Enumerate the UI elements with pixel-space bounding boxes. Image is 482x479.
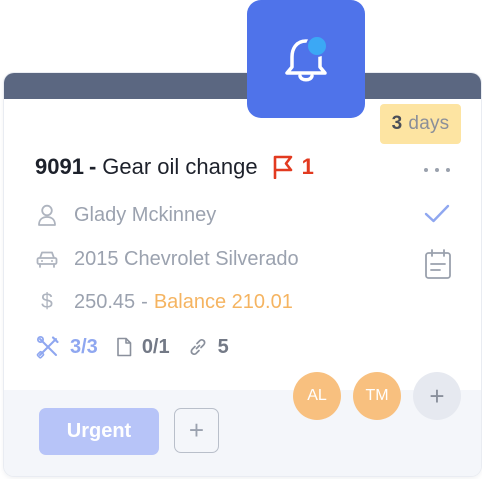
bell-icon — [285, 35, 328, 82]
tasks-count: 3/3 — [70, 335, 98, 358]
link-icon — [188, 337, 208, 357]
user-icon — [36, 204, 58, 226]
amount-separator: - — [141, 290, 148, 313]
due-days-badge: 3 days — [380, 104, 461, 144]
card-header-bar — [4, 73, 481, 99]
tools-icon — [36, 335, 60, 359]
notification-dot — [306, 35, 328, 57]
assignee-name: Glady Mckinney — [74, 203, 217, 226]
balance-value: Balance 210.01 — [153, 290, 293, 313]
priority-flag[interactable]: 1 — [272, 154, 314, 180]
work-order-title-row[interactable]: 9091 - Gear oil change 1 — [35, 150, 314, 184]
add-tag-button[interactable]: + — [174, 408, 219, 453]
links-count: 5 — [217, 335, 229, 358]
avatar[interactable]: TM — [353, 372, 401, 420]
work-order-number: 9091 — [35, 154, 84, 179]
amount-value: 250.45 — [74, 290, 136, 313]
document-icon — [116, 337, 132, 357]
tasks-stat[interactable]: 3/3 — [36, 335, 98, 359]
urgent-tag[interactable]: Urgent — [39, 408, 159, 455]
assignee-row: Glady Mckinney — [36, 200, 216, 230]
due-days-unit: days — [408, 113, 450, 134]
more-horizontal-icon[interactable] — [424, 160, 450, 180]
check-icon[interactable] — [424, 203, 450, 225]
currency-symbol: $ — [41, 290, 53, 313]
links-stat[interactable]: 5 — [188, 336, 229, 359]
work-order-title: Gear oil change — [102, 154, 258, 179]
add-assignee-button[interactable]: + — [413, 372, 461, 420]
calendar-icon[interactable] — [424, 248, 452, 280]
avatar[interactable]: AL — [293, 372, 341, 420]
flag-count: 1 — [301, 154, 314, 179]
documents-stat[interactable]: 0/1 — [116, 336, 170, 359]
documents-count: 0/1 — [141, 335, 170, 358]
flag-icon — [273, 155, 292, 179]
title-separator: - — [88, 154, 97, 179]
vehicle-name: 2015 Chevrolet Silverado — [74, 247, 299, 270]
vehicle-row: 2015 Chevrolet Silverado — [36, 244, 299, 274]
stats-row: 3/3 0/1 5 — [36, 332, 247, 362]
payment-row: $ 250.45 - Balance 210.01 — [36, 287, 293, 317]
notification-button[interactable] — [247, 0, 365, 118]
due-days-count: 3 — [391, 113, 403, 134]
car-icon — [36, 248, 58, 270]
